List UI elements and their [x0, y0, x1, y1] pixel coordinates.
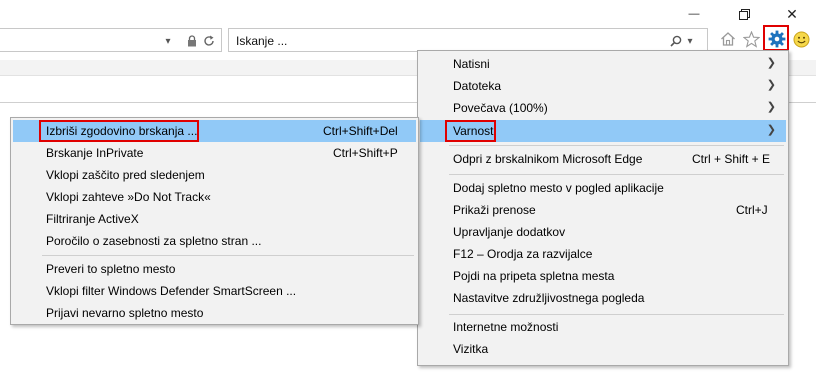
search-box[interactable]: Iskanje ... ▾ [228, 28, 708, 52]
menu-item-label: Nastavitve združljivostnega pogleda [453, 291, 645, 305]
menu-item-shortcut: Ctrl+J [736, 203, 768, 217]
menu-item-label: Pojdi na pripeta spletna mesta [453, 269, 615, 283]
menu-item-label: Dodaj spletno mesto v pogled aplikacije [453, 181, 664, 195]
submenu-item-check-website[interactable]: Preveri to spletno mesto [13, 258, 416, 280]
chevron-right-icon: ❯ [766, 124, 776, 136]
chevron-right-icon: ❯ [766, 57, 776, 69]
submenu-item-tracking-protection[interactable]: Vklopi zaščito pred sledenjem [13, 164, 416, 186]
menu-item-shortcut: Ctrl + Shift + E [692, 152, 771, 166]
minimize-button[interactable]: — [682, 4, 706, 24]
address-bar[interactable]: ▾ [0, 28, 222, 52]
tools-callout-box [763, 25, 789, 51]
search-icon[interactable] [669, 33, 683, 49]
address-dropdown-icon[interactable]: ▾ [162, 33, 174, 49]
menu-separator [42, 255, 414, 256]
menu-item-label: F12 – Orodja za razvijalce [453, 247, 593, 261]
submenu-item-do-not-track[interactable]: Vklopi zahteve »Do Not Track« [13, 186, 416, 208]
home-button[interactable] [717, 28, 739, 50]
menu-item-open-with-edge[interactable]: Odpri z brskalnikom Microsoft Edge Ctrl … [420, 148, 786, 170]
menu-item-label: Odpri z brskalnikom Microsoft Edge [453, 152, 643, 166]
home-icon [721, 32, 735, 46]
menu-item-label: Prijavi nevarno spletno mesto [46, 306, 204, 320]
menu-separator [449, 314, 784, 315]
menu-item-file[interactable]: Datoteka ❯ [420, 75, 786, 97]
lock-icon [186, 33, 198, 49]
menu-item-label: Vklopi zahteve »Do Not Track« [46, 190, 211, 204]
star-icon [742, 30, 760, 48]
safety-callout-box [445, 120, 496, 142]
minimize-icon: — [688, 8, 700, 20]
command-bar-divider [0, 102, 420, 103]
search-dropdown-icon[interactable]: ▾ [685, 33, 695, 49]
command-bar-divider-right [788, 102, 816, 103]
menu-item-label: Datoteka [453, 79, 502, 93]
chevron-right-icon: ❯ [766, 101, 776, 113]
restore-icon [738, 8, 750, 20]
menu-item-label: Brskanje InPrivate [46, 146, 144, 160]
close-icon: ✕ [786, 5, 798, 22]
menu-item-developer-tools[interactable]: F12 – Orodja za razvijalce [420, 243, 786, 265]
menu-separator [449, 145, 784, 146]
menu-item-internet-options[interactable]: Internetne možnosti [420, 316, 786, 338]
chevron-right-icon: ❯ [766, 79, 776, 91]
menu-item-about[interactable]: Vizitka [420, 338, 786, 360]
menu-item-view-downloads[interactable]: Prikaži prenose Ctrl+J [420, 199, 786, 221]
menu-item-label: Preveri to spletno mesto [46, 262, 176, 276]
menu-item-print[interactable]: Natisni ❯ [420, 53, 786, 75]
menu-item-label: Vizitka [453, 342, 489, 356]
menu-item-label: Povečava (100%) [453, 101, 548, 115]
menu-item-manage-addons[interactable]: Upravljanje dodatkov [420, 221, 786, 243]
menu-item-compatibility-view[interactable]: Nastavitve združljivostnega pogleda [420, 287, 786, 309]
restore-button[interactable] [732, 4, 756, 24]
menu-item-add-site-apps-view[interactable]: Dodaj spletno mesto v pogled aplikacije [420, 177, 786, 199]
menu-item-label: Natisni [453, 57, 490, 71]
menu-item-label: Vklopi filter Windows Defender SmartScre… [46, 284, 297, 298]
submenu-item-privacy-report[interactable]: Poročilo o zasebnosti za spletno stran .… [13, 230, 416, 252]
close-button[interactable]: ✕ [780, 4, 804, 24]
safety-submenu: Izbriši zgodovino brskanja ... Ctrl+Shif… [10, 117, 419, 325]
submenu-item-smartscreen[interactable]: Vklopi filter Windows Defender SmartScre… [13, 280, 416, 302]
menu-item-shortcut: Ctrl+Shift+P [333, 146, 398, 160]
menu-item-zoom[interactable]: Povečava (100%) ❯ [420, 97, 786, 119]
tab-bar-strip-right [788, 60, 816, 76]
smiley-icon [793, 31, 809, 47]
feedback-button[interactable] [790, 28, 812, 50]
refresh-icon[interactable] [202, 33, 216, 49]
menu-item-label: Poročilo o zasebnosti za spletno stran .… [46, 234, 262, 248]
menu-separator [449, 174, 784, 175]
search-input[interactable]: Iskanje ... [236, 34, 287, 48]
menu-item-shortcut: Ctrl+Shift+Del [323, 124, 398, 138]
menu-item-label: Filtriranje ActiveX [46, 212, 139, 226]
tools-menu: Natisni ❯ Datoteka ❯ Povečava (100%) ❯ V… [417, 50, 789, 366]
menu-item-pinned-sites[interactable]: Pojdi na pripeta spletna mesta [420, 265, 786, 287]
submenu-item-activex-filtering[interactable]: Filtriranje ActiveX [13, 208, 416, 230]
favorites-button[interactable] [740, 28, 762, 50]
delete-history-callout-box [39, 120, 199, 142]
tab-bar-strip [0, 60, 420, 76]
menu-item-label: Prikaži prenose [453, 203, 536, 217]
menu-item-label: Internetne možnosti [453, 320, 559, 334]
menu-item-label: Upravljanje dodatkov [453, 225, 566, 239]
menu-item-label: Vklopi zaščito pred sledenjem [46, 168, 205, 182]
submenu-item-inprivate[interactable]: Brskanje InPrivate Ctrl+Shift+P [13, 142, 416, 164]
submenu-item-report-unsafe[interactable]: Prijavi nevarno spletno mesto [13, 302, 416, 324]
